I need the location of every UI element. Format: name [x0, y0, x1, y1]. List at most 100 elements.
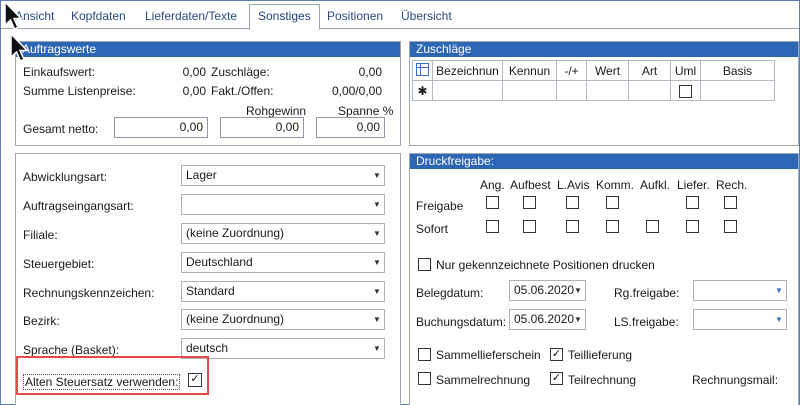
sofort-row-label: Sofort [416, 222, 449, 236]
tab-sonstiges[interactable]: Sonstiges [249, 4, 320, 30]
column-header[interactable]: Wert [586, 60, 629, 81]
chevron-down-icon[interactable]: ▼ [370, 253, 384, 272]
freigabe-ang-checkbox[interactable] [486, 196, 499, 209]
tab-uebersicht[interactable]: Übersicht [393, 5, 460, 28]
chevron-down-icon[interactable]: ▼ [370, 195, 384, 214]
mouse-pointer-icon [4, 1, 23, 30]
filiale-select[interactable]: (keine Zuordnung) ▼ [181, 223, 385, 244]
zuschlaege-title: Zuschläge [410, 42, 798, 57]
belegdatum-picker[interactable]: 05.06.2020 ▼ [509, 280, 586, 301]
rohgewinn-field[interactable]: 0,00 [220, 117, 304, 138]
tab-positionen[interactable]: Positionen [319, 5, 391, 28]
abwicklungsart-label: Abwicklungsart: [23, 170, 108, 184]
uml-checkbox[interactable] [679, 84, 692, 98]
sofort-ang-checkbox[interactable] [486, 220, 499, 233]
nur-gekennzeichnete-checkbox[interactable] [418, 258, 431, 271]
teillieferung-label: Teillieferung [568, 348, 633, 362]
sprache-label: Sprache (Basket): [23, 343, 120, 357]
teilrechnung-label: Teilrechnung [568, 373, 637, 387]
freigabe-komm-checkbox[interactable] [606, 196, 619, 209]
fakt-offen-value: 0,00/0,00 [331, 84, 382, 98]
auftragseingangsart-label: Auftragseingangsart: [23, 199, 134, 213]
teilrechnung-checkbox[interactable]: ✓ [550, 372, 563, 385]
sammelrechnung-label: Sammelrechnung [436, 373, 531, 387]
filiale-value: (keine Zuordnung) [186, 226, 285, 240]
freigabe-lavis-checkbox[interactable] [566, 196, 579, 209]
bezirk-value: (keine Zuordnung) [186, 312, 285, 326]
chevron-down-icon[interactable]: ▼ [370, 166, 384, 185]
freigabe-liefer-checkbox[interactable] [686, 196, 699, 209]
zuschlaege-header-row: Bezeichnun Kennun -/+ Wert Art Uml Basis [412, 60, 775, 81]
column-header[interactable]: Bezeichnun [432, 60, 503, 81]
table-cell[interactable] [502, 80, 557, 101]
chevron-down-icon[interactable]: ▼ [370, 224, 384, 243]
chevron-down-icon[interactable]: ▼ [370, 339, 384, 358]
steuergebiet-value: Deutschland [186, 255, 253, 269]
table-cell[interactable] [556, 80, 587, 101]
sofort-rech-checkbox[interactable] [724, 220, 737, 233]
sammellieferschein-checkbox[interactable] [418, 348, 431, 361]
steuergebiet-select[interactable]: Deutschland ▼ [181, 252, 385, 273]
column-header[interactable]: Basis [700, 60, 775, 81]
abwicklungsart-value: Lager [186, 168, 217, 182]
table-cell[interactable] [628, 80, 671, 101]
chevron-down-icon[interactable]: ▼ [370, 310, 384, 329]
sammellieferschein-label: Sammellieferschein [436, 348, 541, 362]
zuschlaege-grid: Bezeichnun Kennun -/+ Wert Art Uml Basis… [412, 60, 775, 101]
auftragseingangsart-select[interactable]: ▼ [181, 194, 385, 215]
rohgewinn-label: Rohgewinn [246, 104, 307, 118]
spanne-field[interactable]: 0,00 [316, 117, 385, 138]
sofort-komm-checkbox[interactable] [606, 220, 619, 233]
table-icon[interactable] [412, 60, 433, 81]
ls-freigabe-select[interactable]: ▼ [693, 309, 787, 330]
table-row: ✱ [412, 80, 775, 101]
teillieferung-checkbox[interactable]: ✓ [550, 348, 563, 361]
mouse-pointer-icon [10, 33, 29, 62]
auftragswerte-title: Auftragswerte [16, 42, 400, 57]
col-komm: Komm. [596, 178, 635, 192]
chevron-down-icon[interactable]: ▼ [571, 310, 585, 329]
col-aufkl: Aufkl. [640, 178, 671, 192]
summe-listenpreise-label: Summe Listenpreise: [23, 84, 136, 98]
rg-freigabe-select[interactable]: ▼ [693, 280, 787, 301]
belegdatum-label: Belegdatum: [416, 286, 484, 300]
tab-kopfdaten[interactable]: Kopfdaten [63, 5, 134, 28]
zuschlaege-label: Zuschläge: [211, 65, 270, 79]
chevron-down-icon[interactable]: ▼ [571, 281, 585, 300]
buchungsdatum-label: Buchungsdatum: [416, 315, 507, 329]
sofort-aufkl-checkbox[interactable] [646, 220, 659, 233]
tab-bar: Ansicht Kopfdaten Lieferdaten/Texte Sons… [1, 1, 799, 30]
chevron-down-icon[interactable]: ▼ [772, 310, 786, 329]
table-cell[interactable] [586, 80, 629, 101]
freigabe-rech-checkbox[interactable] [724, 196, 737, 209]
tab-lieferdaten-texte[interactable]: Lieferdaten/Texte [137, 5, 245, 28]
col-rech: Rech. [716, 178, 748, 192]
new-row-marker: ✱ [412, 80, 433, 101]
column-header[interactable]: Kennun [502, 60, 557, 81]
column-header[interactable]: Art [628, 60, 671, 81]
sofort-aufbest-checkbox[interactable] [523, 220, 536, 233]
table-cell[interactable] [700, 80, 775, 101]
column-header[interactable]: Uml [670, 60, 701, 81]
sprache-value: deutsch [186, 341, 229, 355]
gesamt-netto-field[interactable]: 0,00 [114, 117, 208, 138]
abwicklungsart-select[interactable]: Lager ▼ [181, 165, 385, 186]
rg-freigabe-label: Rg.freigabe: [614, 286, 680, 300]
rechnungsmail-label: Rechnungsmail: [692, 373, 779, 387]
sofort-lavis-checkbox[interactable] [566, 220, 579, 233]
buchungsdatum-picker[interactable]: 05.06.2020 ▼ [509, 309, 586, 330]
chevron-down-icon[interactable]: ▼ [370, 282, 384, 301]
bezirk-select[interactable]: (keine Zuordnung) ▼ [181, 309, 385, 330]
sammelrechnung-checkbox[interactable] [418, 372, 431, 385]
table-cell[interactable] [670, 80, 701, 101]
freigabe-aufbest-checkbox[interactable] [523, 196, 536, 209]
chevron-down-icon[interactable]: ▼ [772, 281, 786, 300]
table-cell[interactable] [432, 80, 503, 101]
rechnungskennzeichen-select[interactable]: Standard ▼ [181, 281, 385, 302]
druckfreigabe-title: Druckfreigabe: [410, 154, 798, 169]
sofort-liefer-checkbox[interactable] [686, 220, 699, 233]
column-header[interactable]: -/+ [556, 60, 587, 81]
belegdatum-value: 05.06.2020 [514, 283, 575, 297]
nur-gekennzeichnete-label: Nur gekennzeichnete Positionen drucken [436, 258, 655, 272]
sprache-select[interactable]: deutsch ▼ [181, 338, 385, 359]
